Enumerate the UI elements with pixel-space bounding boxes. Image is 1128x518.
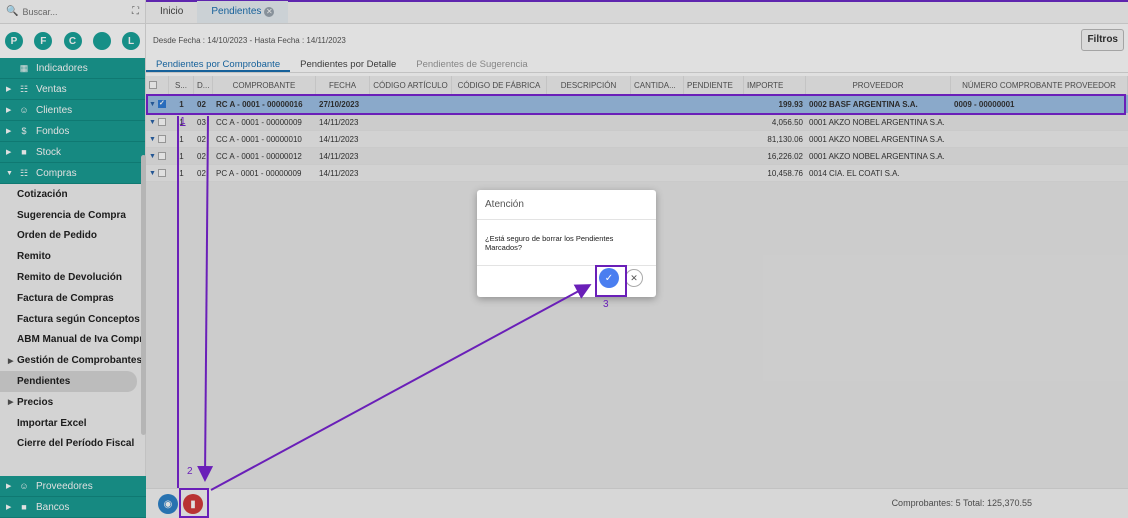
dialog-buttons: ✓ ✕ xyxy=(599,268,643,288)
annotation-label-3: 3 xyxy=(603,299,609,310)
confirm-button[interactable]: ✓ xyxy=(599,268,619,288)
dialog-message: ¿Está seguro de borrar los Pendientes Ma… xyxy=(477,220,656,266)
close-icon: ✕ xyxy=(630,272,638,283)
check-icon: ✓ xyxy=(604,272,614,284)
confirm-dialog: Atención ¿Está seguro de borrar los Pend… xyxy=(477,190,656,297)
annotation-label-2: 2 xyxy=(187,466,193,477)
annotation-label-1: 1 xyxy=(180,116,186,127)
dialog-title: Atención xyxy=(477,190,656,220)
cancel-button[interactable]: ✕ xyxy=(625,269,643,287)
